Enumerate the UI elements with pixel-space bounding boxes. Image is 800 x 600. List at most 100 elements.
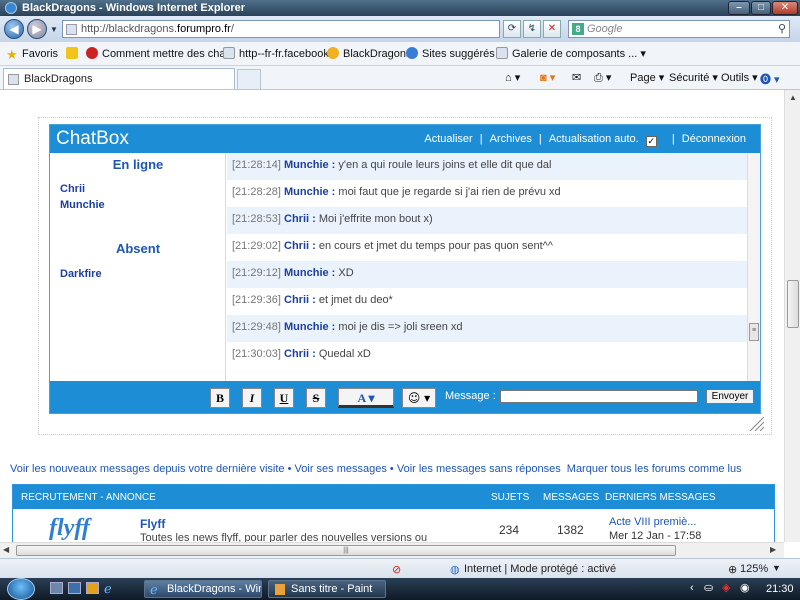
tray-expand-icon[interactable]: ‹	[690, 582, 694, 594]
message-scrollbar[interactable]: ≡	[747, 153, 760, 381]
archives-link[interactable]: Archives	[490, 133, 532, 145]
address-bar[interactable]: http://blackdragons.forumpro.fr/	[62, 20, 500, 38]
message-input[interactable]	[500, 390, 698, 403]
add-favorite-icon[interactable]	[66, 47, 82, 60]
posts-header: MESSAGES	[543, 492, 600, 503]
favorite-item-facebook[interactable]: http--fr-fr.facebook	[223, 47, 329, 60]
address-toolbar: ◀ ▶ ▼ http://blackdragons.forumpro.fr/ ⟳…	[0, 16, 800, 42]
rss-icon[interactable]: ◙ ▾	[540, 71, 555, 84]
underline-button[interactable]: U	[274, 388, 294, 408]
chatbox-links: Actualiser | Archives | Actualisation au…	[422, 133, 748, 147]
link-separator: |	[538, 133, 542, 145]
start-button[interactable]	[7, 578, 35, 600]
taskbar-item-paint[interactable]: Sans titre - Paint	[268, 580, 386, 598]
forum-title-link[interactable]: Flyff	[140, 517, 165, 531]
new-tab-button[interactable]	[237, 69, 261, 89]
favorites-button[interactable]: ★ Favoris	[6, 47, 58, 62]
back-button[interactable]: ◀	[4, 19, 24, 39]
compatibility-button[interactable]: ↯	[523, 20, 541, 38]
help-icon[interactable]: ⓿ ▾	[760, 71, 780, 87]
show-desktop-icon[interactable]	[50, 582, 63, 594]
bold-button[interactable]: B	[210, 388, 230, 408]
mail-icon[interactable]: ✉	[572, 71, 581, 84]
home-icon[interactable]: ⌂ ▾	[505, 71, 520, 84]
user-darkfire[interactable]: Darkfire	[60, 268, 102, 280]
logout-link[interactable]: Déconnexion	[682, 133, 746, 145]
scroll-left-icon[interactable]: ◀	[3, 545, 9, 554]
page-menu[interactable]: Page ▾	[630, 71, 664, 84]
zoom-icon[interactable]: ⊕	[728, 563, 737, 576]
tray-icon[interactable]: ◉	[740, 581, 750, 594]
zoom-dropdown-icon[interactable]: ▼	[772, 563, 781, 573]
category-title[interactable]: RECRUTEMENT - ANNONCE	[21, 492, 156, 503]
scroll-up-icon[interactable]: ▲	[785, 90, 800, 106]
stop-button[interactable]: ✕	[543, 20, 561, 38]
history-dropdown-icon[interactable]: ▼	[50, 25, 58, 34]
last-posts-header: DERNIERS MESSAGES	[605, 492, 716, 503]
tab-bar: BlackDragons ⌂ ▾ ◙ ▾ ✉ ⎙ ▾ Page ▾ Sécuri…	[0, 66, 800, 90]
chatbox: ChatBox Actualiser | Archives | Actualis…	[49, 124, 761, 414]
text-color-button[interactable]: A ▾	[338, 388, 394, 408]
minimize-button[interactable]: –	[728, 1, 750, 15]
forum-category-header: RECRUTEMENT - ANNONCE SUJETS MESSAGES DE…	[13, 485, 774, 509]
page-vertical-scrollbar[interactable]: ▲	[784, 90, 800, 542]
chat-message: [21:30:03] Chrii : Quedal xD	[232, 348, 371, 360]
page-icon	[8, 74, 19, 85]
send-button[interactable]: Envoyer	[706, 389, 754, 404]
scroll-thumb[interactable]: |||	[16, 545, 676, 556]
clock[interactable]: 21:30	[766, 583, 794, 595]
star-icon: ★	[6, 47, 18, 62]
ie-quicklaunch-icon[interactable]: ℯ	[104, 581, 112, 597]
page-horizontal-scrollbar[interactable]: ◀ ||| ▶	[0, 542, 784, 558]
scroll-right-icon[interactable]: ▶	[770, 545, 776, 554]
emoji-button[interactable]: ☺ ▾	[402, 388, 436, 408]
resize-grip-icon[interactable]	[746, 417, 764, 431]
google-icon: 8	[572, 23, 584, 35]
favorite-item-web-slices[interactable]: Galerie de composants ... ▾	[496, 47, 646, 60]
tools-menu[interactable]: Outils ▾	[721, 71, 758, 84]
auto-refresh-checkbox[interactable]: ✓	[645, 136, 657, 147]
taskbar-item-ie[interactable]: ℯ BlackDragons - Win...	[144, 580, 262, 598]
forward-button[interactable]: ▶	[27, 19, 47, 39]
maximize-button[interactable]: □	[751, 1, 771, 15]
network-icon[interactable]: ⛀	[704, 581, 713, 594]
chat-message: [21:29:36] Chrii : et jmet du deo*	[232, 294, 393, 306]
new-messages-link[interactable]: Voir les nouveaux messages depuis votre …	[10, 463, 285, 475]
security-zone[interactable]: Internet | Mode protégé : activé	[464, 563, 616, 575]
italic-button[interactable]: I	[242, 388, 262, 408]
favorite-item-comment[interactable]: Comment mettre des cha...	[86, 47, 235, 60]
security-menu[interactable]: Sécurité ▾	[669, 71, 718, 84]
print-icon[interactable]: ⎙ ▾	[594, 71, 611, 85]
chat-message: [21:28:53] Chrii : Moi j'effrite mon bou…	[227, 207, 747, 234]
switch-windows-icon[interactable]	[68, 582, 81, 594]
scroll-thumb[interactable]: ≡	[749, 323, 759, 341]
search-input[interactable]: 8 Google ⚲	[568, 20, 790, 38]
own-messages-link[interactable]: Voir ses messages	[295, 463, 387, 475]
page-icon	[223, 47, 235, 59]
link-separator: |	[671, 133, 675, 145]
zoom-level[interactable]: 125%	[740, 563, 768, 575]
user-chrii[interactable]: Chrii	[60, 183, 85, 195]
strike-button[interactable]: S	[306, 388, 326, 408]
message-list: [21:28:14] Munchie : y'en a qui roule le…	[227, 153, 747, 381]
mark-read-link[interactable]: Marquer tous les forums comme lus	[567, 463, 742, 475]
close-button[interactable]: ✕	[772, 1, 798, 15]
search-icon[interactable]: ⚲	[778, 22, 786, 35]
tab-blackdragons[interactable]: BlackDragons	[3, 68, 235, 89]
favorite-item-suggested-sites[interactable]: Sites suggérés ▾	[406, 47, 503, 60]
media-player-icon[interactable]	[86, 582, 99, 594]
favorite-item-blackdragons[interactable]: BlackDragons	[327, 47, 411, 60]
chat-message: [21:29:02] Chrii : en cours et jmet du t…	[232, 240, 553, 252]
unanswered-link[interactable]: Voir les messages sans réponses	[397, 463, 561, 475]
topics-header: SUJETS	[491, 492, 530, 503]
forum-category: RECRUTEMENT - ANNONCE SUJETS MESSAGES DE…	[12, 484, 775, 542]
user-munchie[interactable]: Munchie	[60, 199, 105, 211]
last-post-link[interactable]: Acte VIII premiè...	[609, 516, 696, 528]
refresh-link[interactable]: Actualiser	[424, 133, 472, 145]
ie-icon	[406, 47, 418, 59]
blocked-icon[interactable]: ⊘	[392, 563, 401, 576]
refresh-button[interactable]: ⟳	[503, 20, 521, 38]
scroll-thumb[interactable]	[787, 280, 799, 328]
volume-icon[interactable]: ◈	[722, 581, 730, 594]
forum-topics-count: 234	[499, 523, 520, 537]
